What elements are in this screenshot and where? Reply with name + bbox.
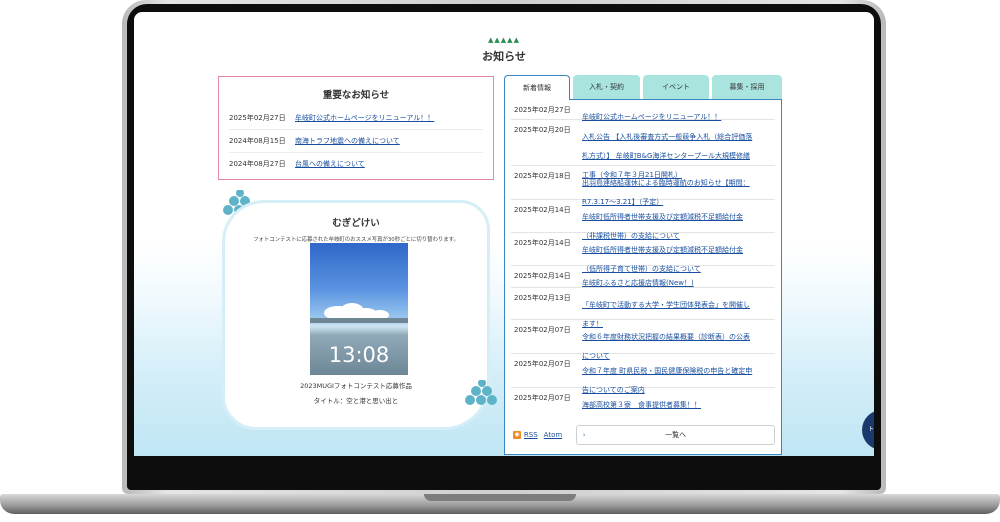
news-item-date: 2025年02月07日	[514, 326, 571, 334]
photo-caption: 2023MUGIフォトコンテスト応募作品 タイトル：空と港と思い出と	[225, 379, 487, 409]
news-item-date: 2025年02月14日	[514, 272, 571, 280]
news-tab-bar: 新着情報 入札・契約 イベント 募集・採用	[504, 75, 782, 100]
news-item: 2025年02月07日 令和６年度財務状況把握の結果概要（診断表）の公表 につい…	[511, 320, 775, 360]
news-item-date: 2025年02月07日	[514, 360, 571, 368]
news-item: 2025年02月14日 牟岐町ふるさと応援店情報(New！)	[511, 266, 775, 288]
mugi-clock-widget: むぎどけい フォトコンテストに応募された牟岐町のおススメ写真が30秒ごとに切り替…	[222, 200, 490, 430]
news-item-link[interactable]: 牟岐町低所得者世帯支援及び定額減税不足額給付金	[582, 213, 743, 221]
news-item-link[interactable]: 牟岐町公式ホームページをリニューアル！！	[582, 113, 721, 121]
news-list-panel: 2025年02月27日 牟岐町公式ホームページをリニューアル！！ 2025年02…	[504, 99, 782, 455]
view-all-button[interactable]: › 一覧へ	[576, 425, 775, 445]
triangle-ornament-icon: ▲▲▲▲▲	[488, 36, 520, 44]
tab-bids[interactable]: 入札・契約	[573, 75, 640, 99]
important-item-date: 2025年02月27日	[229, 114, 286, 122]
news-item-link[interactable]: 牟岐町低所得者世帯支援及び定額減税不足額給付金	[582, 246, 743, 254]
contest-photo: 13:08	[310, 243, 408, 375]
rss-link[interactable]: RSS	[524, 431, 538, 439]
mugi-clock-description: フォトコンテストに応募された牟岐町のおススメ写真が30秒ごとに切り替わります。	[253, 237, 459, 243]
tab-events[interactable]: イベント	[643, 75, 709, 99]
important-item-date: 2024年08月15日	[229, 137, 286, 145]
chevron-right-icon: ›	[582, 431, 586, 439]
browser-screen: ▲▲▲▲▲ お知らせ 重要なお知らせ 2025年02月27日 牟岐町公式ホームペ…	[134, 12, 874, 456]
section-title: お知らせ	[482, 50, 526, 63]
news-footer: ◉ RSS Atom › 一覧へ	[513, 424, 775, 446]
laptop-base-notch	[424, 494, 576, 501]
news-item-date: 2025年02月20日	[514, 126, 571, 134]
news-item: 2025年02月07日 令和７年度 町県民税・国民健康保険税の申告と確定申 告に…	[511, 354, 775, 394]
news-item-date: 2025年02月13日	[514, 294, 571, 302]
news-item-link[interactable]: 入札公告 【入札後審査方式一般競争入札（総合評価落	[582, 133, 752, 141]
important-item-link[interactable]: 牟岐町公式ホームページをリニューアル！！	[295, 113, 434, 123]
news-item-date: 2025年02月07日	[514, 394, 571, 402]
important-notices-box: 重要なお知らせ 2025年02月27日 牟岐町公式ホームページをリニューアル！！…	[218, 76, 494, 180]
news-item-link[interactable]: 海部高校第３寮 食事提供者募集！！	[582, 401, 701, 409]
important-item: 2025年02月27日 牟岐町公式ホームページをリニューアル！！	[229, 107, 483, 130]
important-item: 2024年08月27日 台風への備えについて	[229, 153, 483, 175]
rss-feed-icon: ◉	[513, 431, 521, 439]
important-notices-title: 重要なお知らせ	[322, 90, 390, 101]
tab-recruit[interactable]: 募集・採用	[712, 75, 782, 99]
news-item-date: 2025年02月27日	[514, 106, 571, 114]
news-item: 2025年02月14日 牟岐町低所得者世帯支援及び定額減税不足額給付金 （非課税…	[511, 200, 775, 240]
photo-caption-line2: タイトル：空と港と思い出と	[313, 397, 399, 405]
news-item: 2025年02月27日 牟岐町公式ホームページをリニューアル！！	[511, 100, 775, 121]
photo-caption-line1: 2023MUGIフォトコンテスト応募作品	[300, 382, 412, 390]
wave-bottom-right-icon	[465, 380, 497, 405]
important-item: 2024年08月15日 南海トラフ地震への備えについて	[229, 130, 483, 153]
tab-news[interactable]: 新着情報	[504, 75, 570, 100]
news-item-date: 2025年02月14日	[514, 239, 571, 247]
important-item-link[interactable]: 南海トラフ地震への備えについて	[295, 136, 400, 146]
news-item-date: 2025年02月14日	[514, 206, 571, 214]
news-item-link[interactable]: 令和７年度 町県民税・国民健康保険税の申告と確定申	[582, 367, 752, 375]
news-item: 2025年02月14日 牟岐町低所得者世帯支援及び定額減税不足額給付金 （低所得…	[511, 233, 775, 273]
news-item-link[interactable]: 出羽島連絡船運休による臨時運航のお知らせ【期間：	[582, 179, 750, 187]
view-all-label: 一覧へ	[665, 431, 687, 439]
news-item: 2025年02月20日 入札公告 【入札後審査方式一般競争入札（総合評価落 札方…	[511, 120, 775, 179]
news-section-header: ▲▲▲▲▲ お知らせ	[134, 36, 874, 64]
important-item-date: 2024年08月27日	[229, 160, 286, 168]
news-item: 2025年02月18日 出羽島連絡船運休による臨時運航のお知らせ【期間： R7.…	[511, 166, 775, 206]
important-item-link[interactable]: 台風への備えについて	[295, 159, 365, 169]
news-item-link[interactable]: 「牟岐町で活動する大学・学生団体発表会」を開催し	[582, 301, 750, 309]
news-item: 2025年02月07日 海部高校第３寮 食事提供者募集！！	[511, 388, 775, 410]
cloud-shapes	[310, 303, 408, 323]
news-item: 2025年02月13日 「牟岐町で活動する大学・学生団体発表会」を開催し ます！	[511, 288, 775, 328]
side-floating-button[interactable]: ト	[862, 410, 874, 450]
news-item-date: 2025年02月18日	[514, 172, 571, 180]
atom-link[interactable]: Atom	[544, 431, 563, 439]
news-item-link[interactable]: 札方式）】 牟岐町B&G海洋センタープール大規模修繕	[582, 152, 750, 160]
news-item-link[interactable]: 牟岐町ふるさと応援店情報(New！)	[582, 279, 694, 287]
mugi-clock-title: むぎどけい	[332, 218, 380, 229]
clock-time: 13:08	[328, 343, 390, 367]
news-item-link[interactable]: 令和６年度財務状況把握の結果概要（診断表）の公表	[582, 333, 750, 341]
